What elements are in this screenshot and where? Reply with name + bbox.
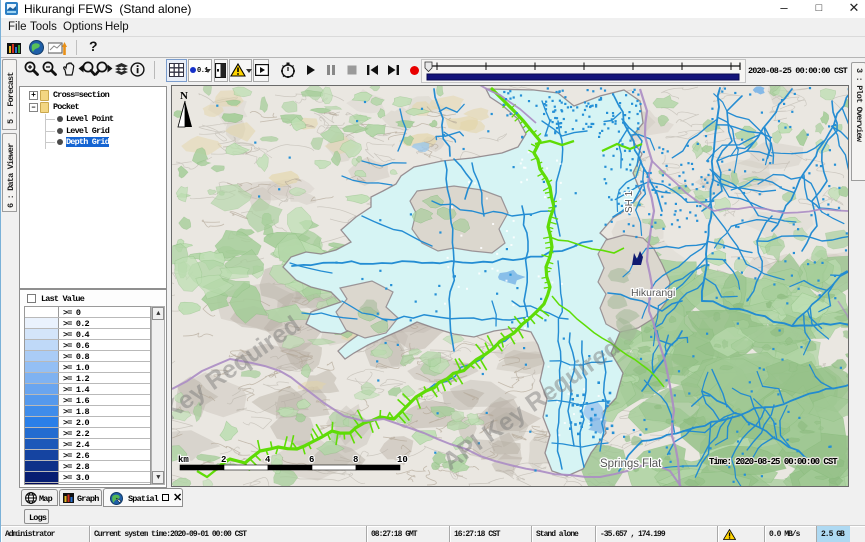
svg-text:N: N	[180, 90, 188, 102]
svg-text:SH 1: SH 1	[624, 190, 635, 213]
svg-text:2: 2	[221, 455, 226, 465]
svg-text:Hikurangi: Hikurangi	[631, 287, 675, 299]
svg-text:Time: 2020-08-25 00:00:00 CST: Time: 2020-08-25 00:00:00 CST	[709, 457, 838, 467]
svg-text:10: 10	[397, 455, 408, 465]
svg-text:km: km	[178, 455, 189, 465]
svg-text:6: 6	[309, 455, 314, 465]
svg-text:8: 8	[353, 455, 358, 465]
svg-text:4: 4	[265, 455, 271, 465]
svg-text:Springs Flat: Springs Flat	[600, 458, 662, 470]
